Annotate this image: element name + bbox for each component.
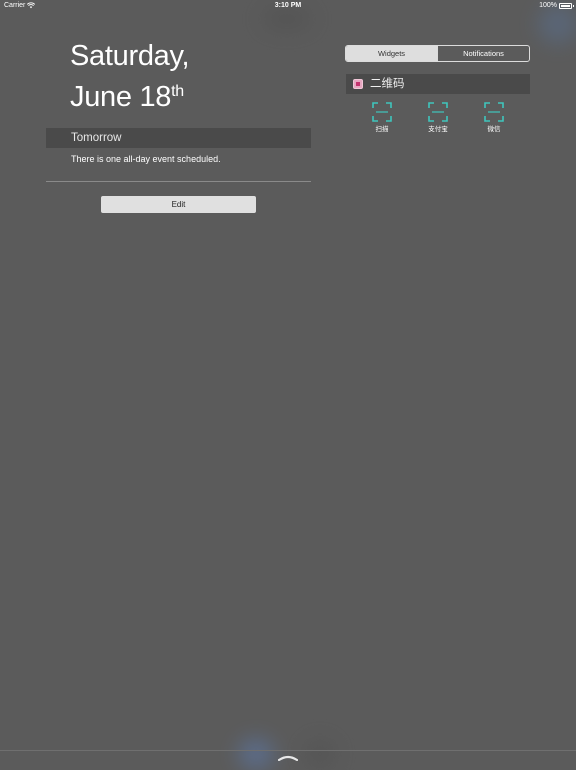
widget-item-wechat[interactable]: 微信 [474,102,514,133]
background-blur [238,738,274,770]
battery-icon [559,2,574,9]
widget-title: 二维码 [370,78,405,90]
qr-scan-icon [428,102,448,122]
widget-item-label: 支付宝 [428,126,448,133]
status-time: 3:10 PM [274,2,302,9]
bottom-divider [0,750,576,751]
battery: 100% [539,2,574,9]
background-blur [305,740,335,768]
view-segmented-control: Widgets Notifications [345,45,530,62]
qr-app-icon [353,79,363,89]
tab-widgets[interactable]: Widgets [346,46,437,61]
qr-scan-icon [372,102,392,122]
edit-button[interactable]: Edit [101,196,256,213]
widget-header[interactable]: 二维码 [346,74,530,94]
date-header: Saturday, June 18th [70,38,190,115]
tomorrow-header: Tomorrow [46,128,311,148]
qr-scan-icon [484,102,504,122]
grabber-handle-icon[interactable] [278,755,298,761]
tab-notifications[interactable]: Notifications [437,46,529,61]
battery-percent: 100% [539,2,557,9]
divider [46,181,311,182]
date-suffix: th [171,83,184,100]
date-day: June 18 [70,81,172,113]
status-bar: Carrier 3:10 PM 100% [0,0,576,12]
widget-item-alipay[interactable]: 支付宝 [418,102,458,133]
date-line-day: June 18th [70,74,189,115]
widget-item-label: 微信 [487,126,501,133]
widget-item-scan[interactable]: 扫描 [362,102,402,133]
widget-item-label: 扫描 [375,126,389,133]
tomorrow-event-summary: There is one all-day event scheduled. [71,154,221,164]
date-line-weekday: Saturday, [70,40,190,72]
